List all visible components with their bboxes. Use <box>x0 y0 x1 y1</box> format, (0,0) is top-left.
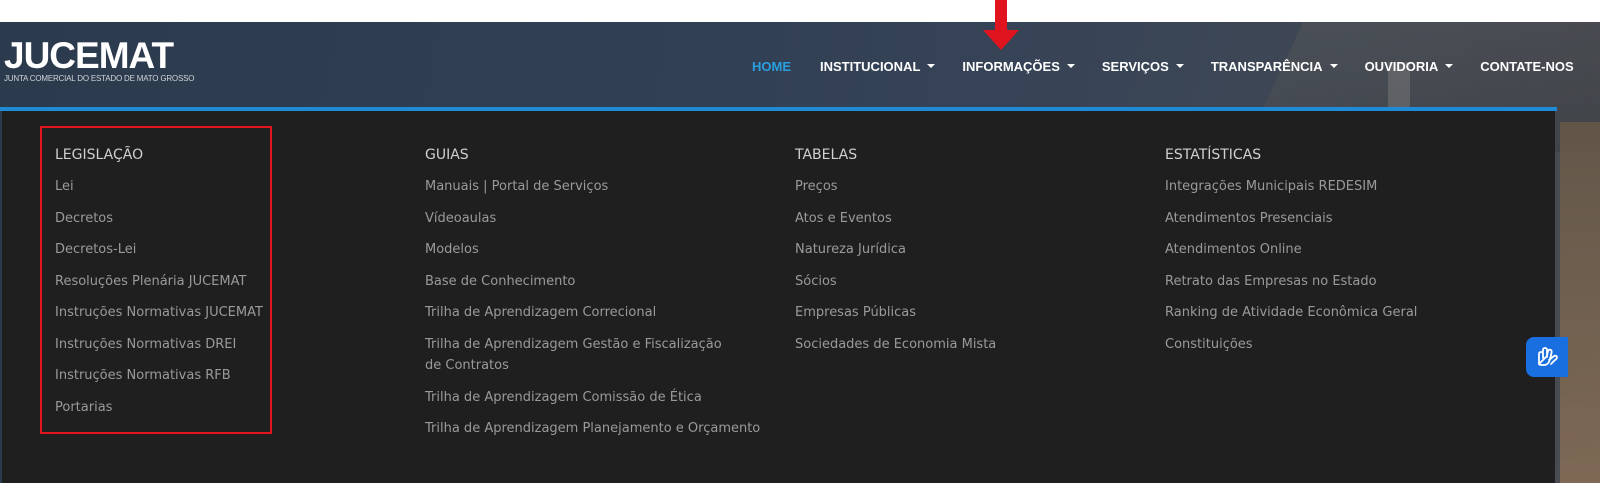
menu-link[interactable]: Manuais | Portal de Serviços <box>425 176 760 198</box>
menu-link[interactable]: Atos e Eventos <box>795 208 996 230</box>
menu-link[interactable]: Trilha de Aprendizagem Planejamento e Or… <box>425 418 760 440</box>
nav-home[interactable]: HOME <box>752 59 791 74</box>
link-list: Manuais | Portal de Serviços Vídeoaulas … <box>425 176 760 440</box>
background-wall <box>1560 122 1600 483</box>
nav-transparencia[interactable]: TRANSPARÊNCIA <box>1211 59 1338 74</box>
nav-transparencia-label: TRANSPARÊNCIA <box>1210 58 1323 74</box>
chevron-down-icon <box>1445 64 1454 68</box>
menu-link[interactable]: Preços <box>795 176 996 198</box>
menu-link[interactable]: Constituições <box>1165 334 1417 356</box>
site-header: JUCEMAT JUNTA COMERCIAL DO ESTADO DE MAT… <box>0 22 1600 483</box>
menu-link[interactable]: Sociedades de Economia Mista <box>795 334 996 356</box>
nav-informacoes-label: INFORMAÇÕES <box>962 58 1060 74</box>
menu-link[interactable]: Integrações Municipais REDESIM <box>1165 176 1417 198</box>
menu-link[interactable]: Retrato das Empresas no Estado <box>1165 271 1417 293</box>
column-title: GUIAS <box>425 147 469 163</box>
link-list: Preços Atos e Eventos Natureza Jurídica … <box>795 176 996 355</box>
menu-column-guias: GUIAS Manuais | Portal de Serviços Vídeo… <box>425 144 760 450</box>
menu-link[interactable]: Lei <box>55 176 263 198</box>
nav-ouvidoria-label: OUVIDORIA <box>1364 58 1439 74</box>
menu-column-tabelas: TABELAS Preços Atos e Eventos Natureza J… <box>795 144 996 365</box>
menu-link[interactable]: Base de Conhecimento <box>425 271 760 293</box>
link-list: Lei Decretos Decretos-Lei Resoluções Ple… <box>55 176 263 418</box>
menu-link[interactable]: Vídeoaulas <box>425 208 760 230</box>
menu-link[interactable]: Trilha de Aprendizagem Gestão e Fiscaliz… <box>425 334 735 377</box>
link-list: Integrações Municipais REDESIM Atendimen… <box>1165 176 1417 355</box>
nav-servicos-label: SERVIÇOS <box>1101 58 1169 74</box>
site-logo[interactable]: JUCEMAT JUNTA COMERCIAL DO ESTADO DE MAT… <box>4 35 195 84</box>
menu-link[interactable]: Ranking de Atividade Econômica Geral <box>1165 302 1417 324</box>
menu-link[interactable]: Modelos <box>425 239 760 261</box>
nav-informacoes[interactable]: INFORMAÇÕES <box>962 59 1075 74</box>
menu-link[interactable]: Instruções Normativas JUCEMAT <box>55 302 263 324</box>
nav-institucional-label: INSTITUCIONAL <box>820 58 921 74</box>
red-down-arrow-icon <box>983 0 1019 50</box>
menu-link[interactable]: Portarias <box>55 397 263 419</box>
logo-name: JUCEMAT <box>4 35 174 76</box>
menu-link[interactable]: Atendimentos Online <box>1165 239 1417 261</box>
menu-link[interactable]: Resoluções Plenária JUCEMAT <box>55 271 263 293</box>
menu-column-estatisticas: ESTATÍSTICAS Integrações Municipais REDE… <box>1165 144 1417 365</box>
column-title: TABELAS <box>795 147 858 163</box>
column-title: ESTATÍSTICAS <box>1165 147 1262 163</box>
sign-language-hands-icon <box>1538 347 1558 366</box>
nav-servicos[interactable]: SERVIÇOS <box>1102 59 1184 74</box>
menu-link[interactable]: Sócios <box>795 271 996 293</box>
main-navigation: HOME INSTITUCIONAL INFORMAÇÕES SERVIÇOS … <box>752 58 1574 74</box>
nav-home-label: HOME <box>752 58 791 74</box>
menu-link[interactable]: Trilha de Aprendizagem Correcional <box>425 302 760 324</box>
menu-link[interactable]: Decretos <box>55 208 263 230</box>
column-title: LEGISLAÇÃO <box>55 147 144 163</box>
menu-link[interactable]: Instruções Normativas RFB <box>55 365 263 387</box>
chevron-down-icon <box>1066 64 1075 68</box>
chevron-down-icon <box>927 64 936 68</box>
menu-link[interactable]: Atendimentos Presenciais <box>1165 208 1417 230</box>
informacoes-mega-menu: LEGISLAÇÃO Lei Decretos Decretos-Lei Res… <box>2 111 1555 483</box>
menu-link[interactable]: Instruções Normativas DREI <box>55 334 263 356</box>
menu-link[interactable]: Natureza Jurídica <box>795 239 996 261</box>
logo-subtitle: JUNTA COMERCIAL DO ESTADO DE MATO GROSSO <box>4 74 195 83</box>
menu-link[interactable]: Empresas Públicas <box>795 302 996 324</box>
chevron-down-icon <box>1329 64 1338 68</box>
nav-contate-nos-label: CONTATE-NOS <box>1480 58 1574 74</box>
menu-link[interactable]: Decretos-Lei <box>55 239 263 261</box>
accessibility-button[interactable] <box>1526 337 1568 377</box>
menu-column-legislacao: LEGISLAÇÃO Lei Decretos Decretos-Lei Res… <box>55 144 263 428</box>
nav-institucional[interactable]: INSTITUCIONAL <box>820 58 936 74</box>
menu-link[interactable]: Trilha de Aprendizagem Comissão de Ética <box>425 387 760 409</box>
chevron-down-icon <box>1175 64 1184 68</box>
nav-contate-nos[interactable]: CONTATE-NOS <box>1480 59 1573 74</box>
nav-ouvidoria[interactable]: OUVIDORIA <box>1365 59 1454 74</box>
